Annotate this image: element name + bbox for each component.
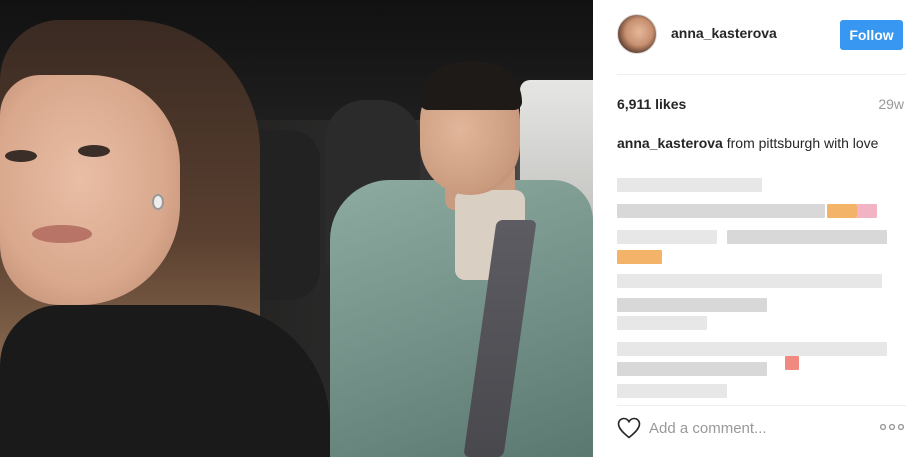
post-side-panel: anna_kasterova Follow 6,911 likes 29w an…: [593, 0, 922, 457]
avatar[interactable]: [617, 14, 657, 54]
instagram-post: anna_kasterova Follow 6,911 likes 29w an…: [0, 0, 922, 457]
likes-count[interactable]: 6,911 likes: [617, 96, 686, 112]
pixel-block: [617, 250, 662, 264]
caption-text: from pittsburgh with love: [722, 135, 879, 151]
woman-eye-right: [78, 145, 110, 157]
woman-eye-left: [5, 150, 37, 162]
pixel-block: [617, 362, 767, 376]
pixel-block: [617, 178, 762, 192]
woman-earring: [152, 194, 164, 210]
header-divider: [617, 74, 906, 75]
pixel-block: [617, 384, 727, 398]
pixel-block: [857, 204, 877, 218]
woman-body: [0, 305, 330, 457]
pixelated-comments: [617, 174, 904, 400]
more-options-icon[interactable]: [879, 419, 905, 435]
follow-button[interactable]: Follow: [840, 20, 903, 50]
woman-face: [0, 75, 180, 305]
woman-lips: [32, 225, 92, 243]
pixel-block: [617, 204, 825, 218]
post-footer: [593, 405, 922, 457]
post-meta: 6,911 likes 29w: [617, 96, 904, 116]
pixel-block: [785, 356, 799, 370]
post-header: anna_kasterova Follow: [593, 0, 922, 75]
post-time[interactable]: 29w: [878, 96, 904, 112]
pixel-block: [617, 230, 717, 244]
add-comment-input[interactable]: [649, 417, 849, 439]
pixel-block: [617, 316, 707, 330]
pixel-block: [617, 342, 887, 356]
header-username[interactable]: anna_kasterova: [671, 25, 777, 41]
heart-icon[interactable]: [617, 417, 641, 439]
post-caption: anna_kasterova from pittsburgh with love: [617, 134, 897, 152]
footer-divider: [617, 405, 906, 406]
pixel-block: [727, 230, 887, 244]
caption-username[interactable]: anna_kasterova: [617, 135, 723, 151]
pixel-block: [617, 274, 882, 288]
post-photo[interactable]: [0, 0, 593, 457]
pixel-block: [617, 298, 767, 312]
pixel-block: [827, 204, 857, 218]
